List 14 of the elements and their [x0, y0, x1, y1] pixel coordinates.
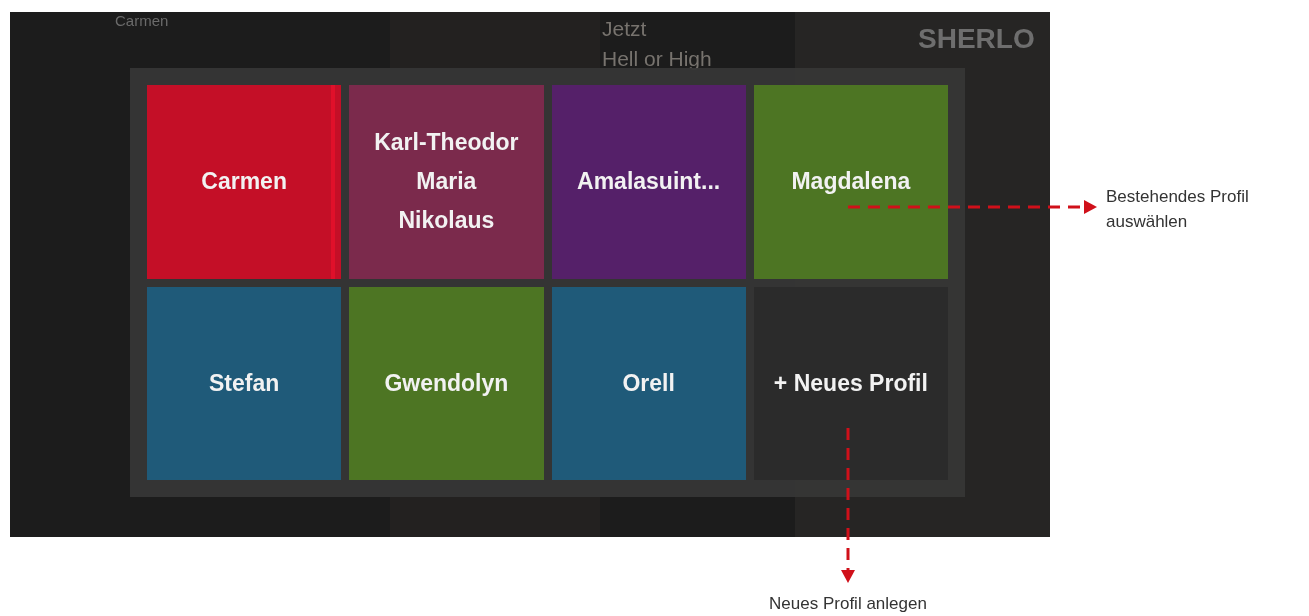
- show-title: SHERLO: [918, 22, 1035, 56]
- profile-name: Carmen: [115, 11, 169, 31]
- profile-tile[interactable]: Orell: [551, 286, 746, 480]
- teaser-text: Jetzt: [602, 16, 648, 42]
- profile-tile[interactable]: Karl-Theodor Maria Nikolaus: [349, 85, 544, 279]
- profile-tile[interactable]: Carmen: [147, 85, 342, 279]
- new-profile-tile[interactable]: + Neues Profil: [753, 286, 948, 480]
- profile-tile[interactable]: Stefan: [147, 286, 342, 480]
- profile-tile[interactable]: Amalasuint...: [551, 85, 746, 279]
- annotation-label: Neues Profil anlegen: [768, 593, 928, 615]
- profile-tile[interactable]: Gwendolyn: [349, 286, 544, 480]
- annotation-label: Bestehendes Profil auswählen: [1106, 186, 1250, 233]
- teaser-text: Hell or High: [602, 46, 712, 72]
- profile-tile[interactable]: Magdalena: [753, 85, 948, 279]
